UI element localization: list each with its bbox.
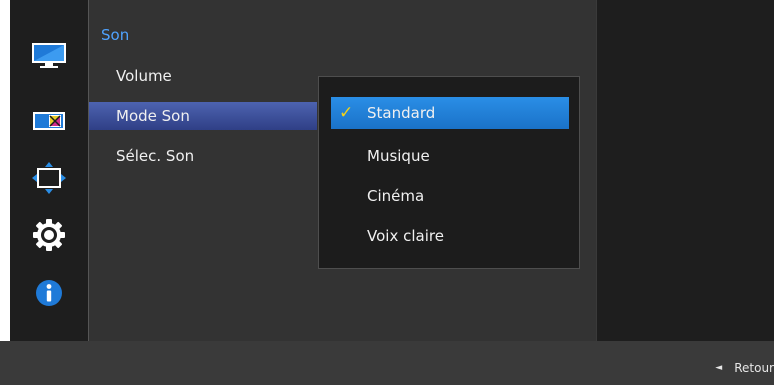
mode-son-submenu: ✓ Standard Musique Cinéma Voix claire	[318, 76, 580, 269]
info-icon[interactable]	[24, 272, 74, 314]
option-voix-claire[interactable]: Voix claire	[331, 220, 569, 252]
option-standard[interactable]: ✓ Standard	[331, 97, 569, 129]
settings-gear-icon[interactable]	[24, 214, 74, 256]
menu-title: Son	[101, 26, 130, 44]
category-sidebar	[10, 0, 89, 341]
option-musique[interactable]: Musique	[331, 140, 569, 172]
option-label: Standard	[367, 104, 436, 122]
back-label: Retour	[734, 361, 774, 375]
right-background-panel	[596, 0, 774, 341]
menu-item-volume[interactable]: Volume	[89, 62, 319, 90]
option-cinema[interactable]: Cinéma	[331, 180, 569, 212]
checkmark-icon: ✓	[339, 103, 354, 123]
left-margin	[0, 0, 10, 341]
menu-item-selec-son[interactable]: Sélec. Son	[89, 142, 319, 170]
picture-icon[interactable]	[24, 35, 74, 77]
option-label: Voix claire	[367, 227, 444, 245]
back-button[interactable]: ◄ Retour	[715, 361, 774, 375]
color-icon[interactable]	[24, 100, 74, 142]
menu-item-mode-son[interactable]: Mode Son	[89, 102, 317, 130]
osd-screen: Son Volume Mode Son Sélec. Son ✓ Standar…	[0, 0, 774, 385]
footer-bar: ◄ Retour	[0, 341, 774, 385]
size-position-icon[interactable]	[24, 157, 74, 199]
option-label: Musique	[367, 147, 430, 165]
option-label: Cinéma	[367, 187, 425, 205]
left-triangle-icon: ◄	[715, 363, 723, 373]
